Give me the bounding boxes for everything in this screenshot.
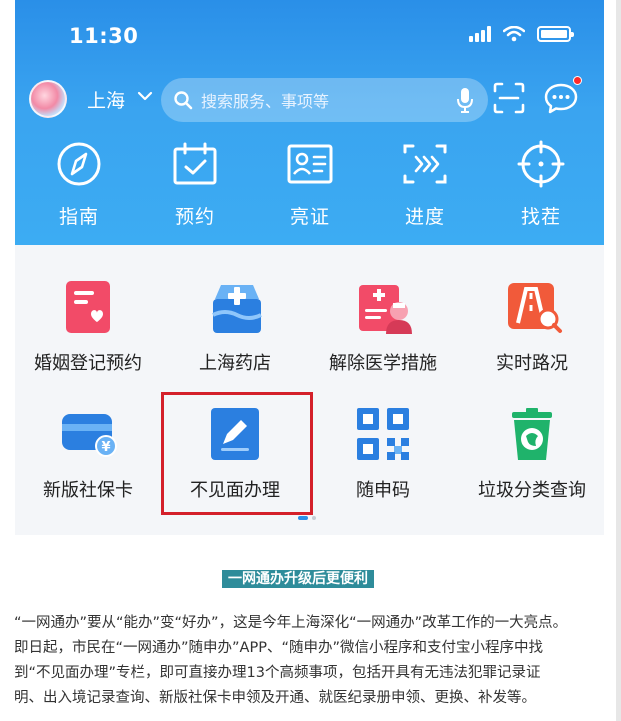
svg-text:¥: ¥ — [101, 440, 110, 455]
quick-action-progress[interactable]: 进度 — [389, 140, 461, 229]
page-dot — [312, 516, 316, 520]
service-label: 上海药店 — [199, 353, 271, 374]
id-card-icon — [287, 144, 333, 184]
qr-code-icon — [355, 406, 411, 462]
service-traffic[interactable]: 实时路况 — [457, 279, 604, 375]
marriage-booking-icon — [60, 279, 116, 335]
medical-release-icon — [355, 279, 412, 335]
traffic-icon — [504, 279, 562, 335]
service-label: 婚姻登记预约 — [34, 353, 142, 374]
service-label: 实时路况 — [496, 353, 568, 374]
service-marriage-booking[interactable]: 婚姻登记预约 — [15, 279, 163, 375]
paragraph-line: 即日起，市民在“一网通办”随申办”APP、“随申办”微信小程序和支付宝小程序中找 — [14, 640, 543, 656]
quick-action-label: 进度 — [404, 206, 445, 228]
city-selector[interactable]: 上海 — [87, 86, 125, 113]
quick-action-guide[interactable]: 指南 — [43, 140, 115, 229]
header-banner: 11:30 上海 搜索服务、事项等 指南 预约 亮证 进度 找茬 — [15, 0, 604, 245]
search-icon — [174, 91, 193, 110]
pharmacy-icon — [207, 279, 263, 335]
service-qr-code[interactable]: 随申码 — [308, 406, 458, 502]
highlight-frame — [161, 392, 313, 515]
wifi-icon — [503, 26, 525, 42]
paragraph-line: “一网通办”要从“能办”变“好办”，这是今年上海深化“一网通办”改革工作的一大亮… — [14, 615, 568, 631]
status-icons — [469, 26, 574, 42]
service-medical-release[interactable]: 解除医学措施 — [308, 279, 458, 375]
scrollbar[interactable] — [616, 0, 621, 721]
message-icon[interactable] — [543, 80, 579, 116]
calendar-check-icon — [173, 142, 217, 185]
quick-action-booking[interactable]: 预约 — [159, 140, 231, 229]
quick-action-label: 亮证 — [289, 206, 330, 228]
quick-action-show-id[interactable]: 亮证 — [274, 140, 346, 229]
scan-icon[interactable] — [491, 80, 527, 116]
search-bar[interactable]: 搜索服务、事项等 — [161, 78, 488, 122]
image-caption: 一网通办升级后更便利 — [222, 570, 374, 588]
chevron-down-icon[interactable] — [135, 86, 155, 106]
compass-icon — [57, 142, 101, 186]
page-dot-active — [298, 516, 308, 520]
service-garbage-sorting[interactable]: 垃圾分类查询 — [457, 406, 604, 502]
garbage-sorting-icon — [504, 406, 560, 462]
social-security-card-icon: ¥ — [60, 406, 117, 462]
service-social-security-card[interactable]: ¥ 新版社保卡 — [15, 406, 163, 502]
battery-icon — [537, 26, 574, 42]
article-paragraph: “一网通办”要从“能办”变“好办”，这是今年上海深化“一网通办”改革工作的一大亮… — [14, 611, 614, 711]
crosshair-icon — [517, 140, 565, 188]
app-screenshot: 11:30 上海 搜索服务、事项等 指南 预约 亮证 进度 找茬 婚姻登记预约 … — [15, 0, 604, 535]
service-label: 新版社保卡 — [43, 480, 133, 501]
service-label: 随申码 — [356, 480, 410, 501]
service-pharmacy[interactable]: 上海药店 — [160, 279, 310, 375]
service-label: 解除医学措施 — [329, 353, 437, 374]
quick-action-label: 找茬 — [520, 206, 561, 228]
quick-action-label: 预约 — [174, 206, 215, 228]
avatar[interactable] — [29, 80, 67, 118]
quick-action-label: 指南 — [58, 206, 99, 228]
microphone-icon[interactable] — [456, 87, 474, 113]
service-label: 垃圾分类查询 — [478, 480, 586, 501]
paragraph-line: 明、出入境记录查询、新版社保卡申领及开通、就医纪录册申领、更换、补发等。 — [14, 690, 536, 706]
signal-icon — [469, 26, 491, 42]
quick-action-report[interactable]: 找茬 — [505, 140, 577, 229]
notification-dot — [573, 76, 582, 85]
status-time: 11:30 — [69, 24, 139, 48]
page-indicator — [298, 516, 316, 520]
paragraph-line: 到“不见面办理”专栏，即可直接办理13个高频事项，包括开具有无违法犯罪记录证 — [14, 665, 541, 681]
search-placeholder: 搜索服务、事项等 — [201, 92, 330, 111]
progress-arrows-icon — [403, 144, 447, 184]
